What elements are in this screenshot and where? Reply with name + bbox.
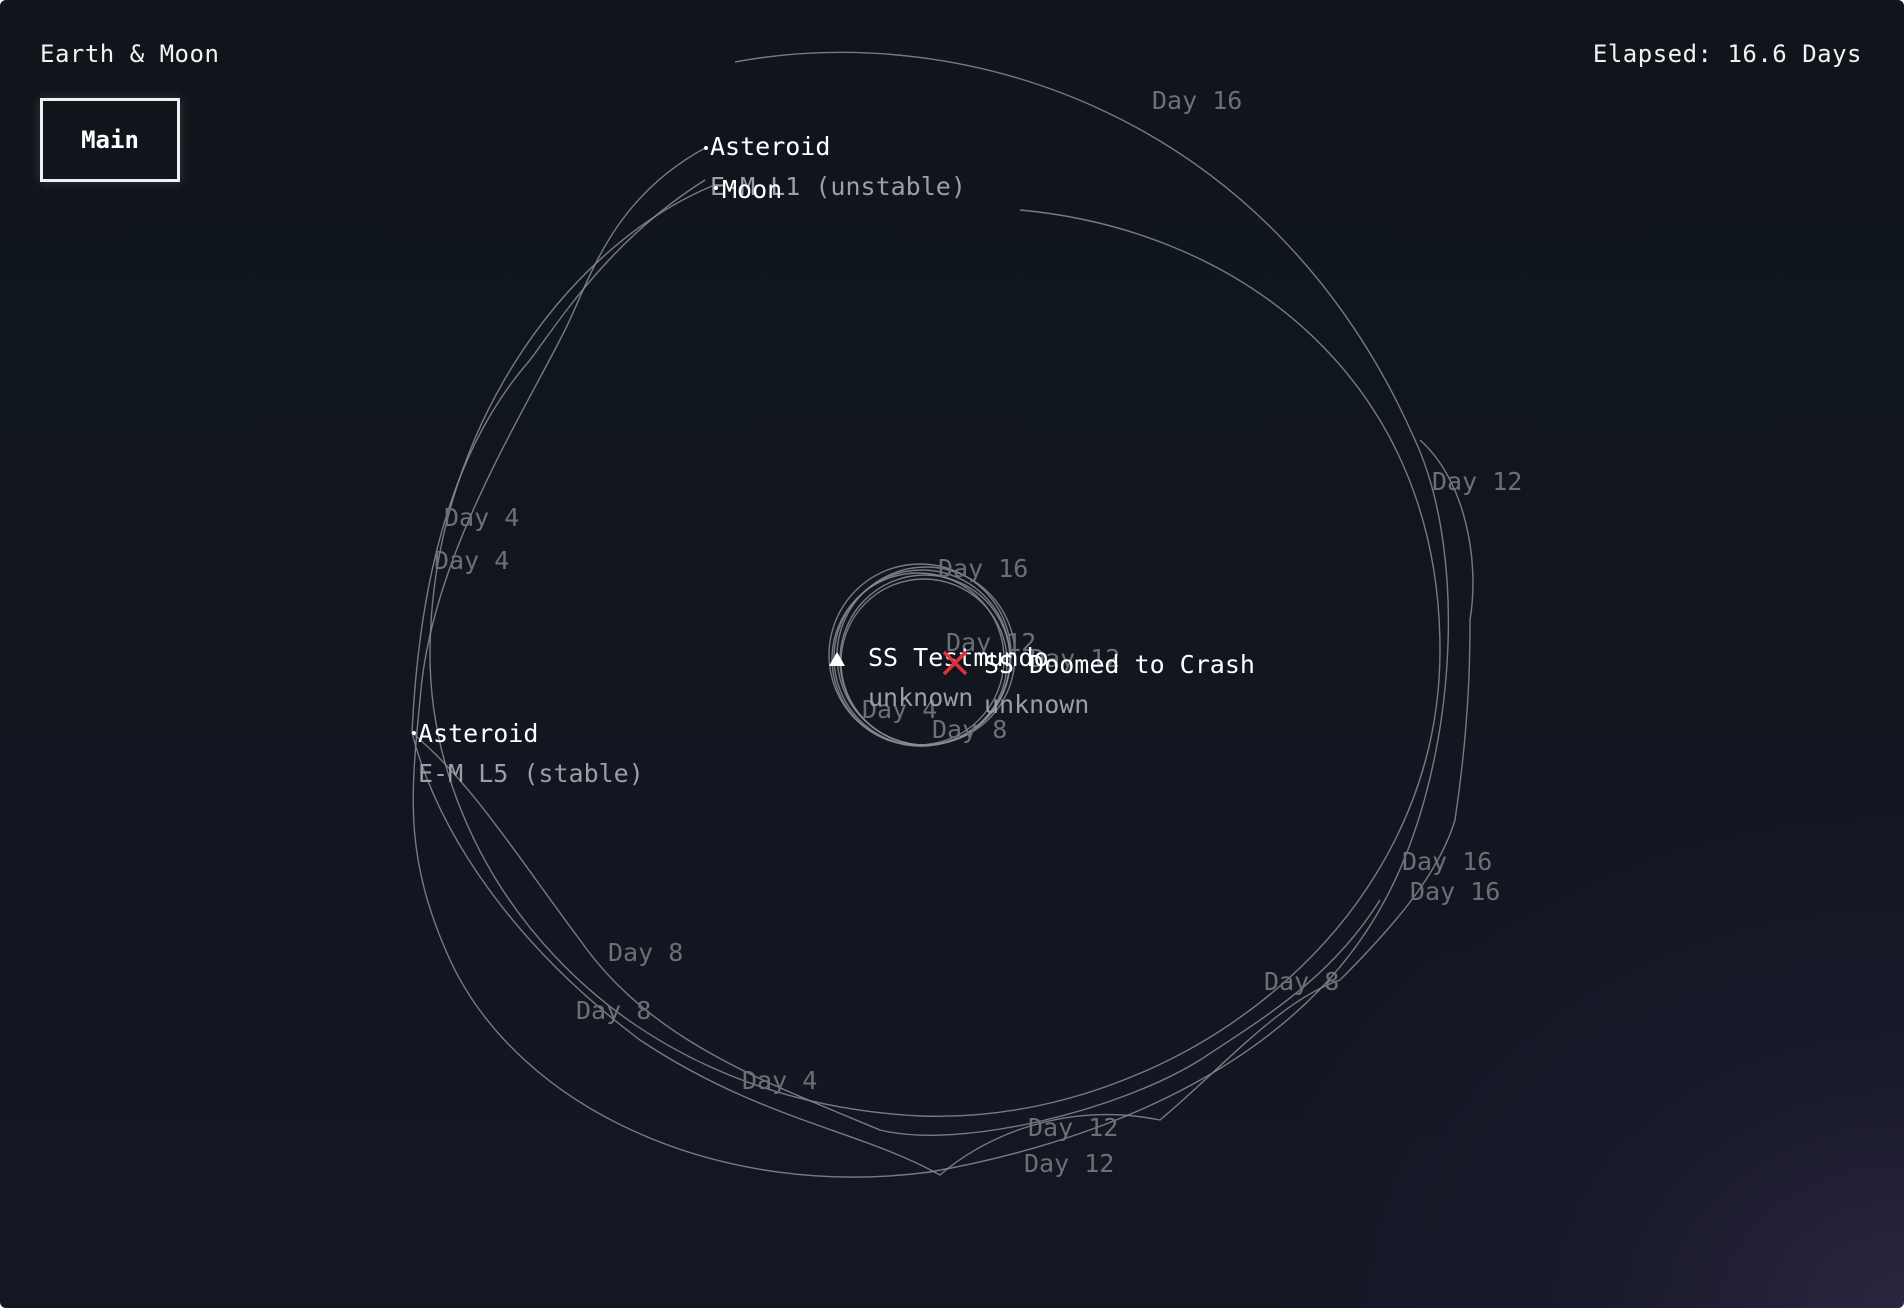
- orbit-path-asteroid-l1: [412, 51, 1450, 1178]
- asteroid-top-name: Asteroid: [710, 132, 830, 161]
- ship-doomed-status: unknown: [984, 690, 1089, 719]
- asteroid-left-name: Asteroid: [418, 719, 538, 748]
- day-marker: Day 16: [1152, 86, 1242, 115]
- day-marker: Day 4: [444, 503, 519, 532]
- moon-marker[interactable]: Moon: [714, 175, 782, 204]
- orbit-viewport[interactable]: Asteroid E-M L1 (unstable) Moon Asteroid…: [0, 0, 1904, 1308]
- main-button[interactable]: Main: [40, 98, 180, 182]
- day-marker: Day 12: [1028, 1113, 1118, 1142]
- day-marker: Day 12: [1024, 1149, 1114, 1178]
- ship-doomed-marker[interactable]: SS Doomed to Crash unknown: [942, 650, 1255, 719]
- day-marker: Day 8: [576, 996, 651, 1025]
- day-marker: Day 4: [742, 1066, 817, 1095]
- moon-name: Moon: [722, 175, 782, 204]
- day-marker: Day 16: [1402, 847, 1492, 876]
- orbit-path-asteroid-l5: [411, 179, 1474, 1176]
- day-marker: Day 12: [1432, 467, 1522, 496]
- ship-test-status: unknown: [868, 683, 973, 712]
- day-marker: Day 8: [932, 715, 1007, 744]
- day-marker: Day 16: [1410, 877, 1500, 906]
- day-marker: Day 8: [1264, 967, 1339, 996]
- orbit-canvas[interactable]: Asteroid E-M L1 (unstable) Moon Asteroid…: [0, 0, 1904, 1308]
- day-marker: Day 8: [608, 938, 683, 967]
- day-marker: Day 4: [434, 546, 509, 575]
- elapsed-time: Elapsed: 16.6 Days: [1592, 40, 1862, 68]
- scene-title: Earth & Moon: [40, 40, 220, 68]
- asteroid-left-status: E-M L5 (stable): [418, 759, 644, 788]
- day-marker: Day 16: [938, 554, 1028, 583]
- orbit-path-drift: [411, 732, 1381, 1136]
- asteroid-left-marker[interactable]: Asteroid E-M L5 (stable): [412, 719, 644, 788]
- ship-doomed-name: SS Doomed to Crash: [984, 650, 1255, 679]
